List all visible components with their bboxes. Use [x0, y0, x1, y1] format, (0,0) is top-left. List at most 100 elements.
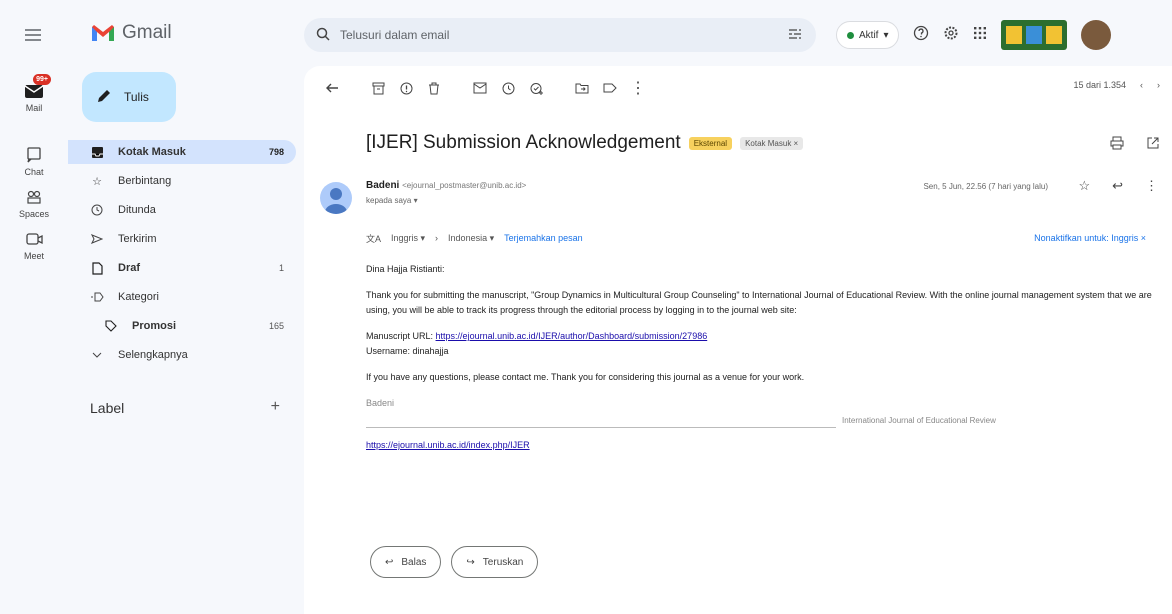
- move-to-icon[interactable]: [568, 74, 596, 102]
- inbox-icon: [90, 145, 104, 159]
- nav-item-inbox[interactable]: Kotak Masuk 798: [68, 140, 296, 164]
- mark-unread-icon[interactable]: [466, 74, 494, 102]
- gmail-m-icon: [92, 25, 114, 41]
- nav-item-sent[interactable]: Terkirim: [68, 227, 296, 251]
- reply-label: Balas: [401, 556, 427, 568]
- forward-label: Teruskan: [482, 556, 524, 568]
- translate-off-link[interactable]: Nonaktifkan untuk: Inggris ×: [1034, 233, 1146, 243]
- archive-icon[interactable]: [364, 74, 392, 102]
- search-bar[interactable]: Telusuri dalam email: [304, 18, 816, 52]
- reply-icon[interactable]: ↩: [1112, 178, 1123, 194]
- signature-link[interactable]: https://ejournal.unib.ac.id/index.php/IJ…: [366, 440, 530, 450]
- search-options-icon[interactable]: [788, 27, 802, 44]
- rail-meet[interactable]: Meet: [4, 230, 64, 261]
- manuscript-block: Manuscript URL: https://ejournal.unib.ac…: [366, 329, 1156, 359]
- body-paragraph-1: Thank you for submitting the manuscript,…: [366, 290, 1152, 315]
- message-body: Dina Hajja Ristianti: Thank you for subm…: [366, 262, 1156, 453]
- email-subject: [IJER] Submission Acknowledgement: [366, 132, 681, 153]
- message-date: Sen, 5 Jun, 22.56 (7 hari yang lalu): [923, 182, 1048, 191]
- nav-item-more[interactable]: Selengkapnya: [68, 343, 296, 367]
- more-vert-icon[interactable]: ⋮: [1145, 178, 1158, 194]
- draft-icon: [90, 261, 104, 275]
- add-label-icon[interactable]: +: [271, 398, 280, 416]
- translate-icon: 文A: [366, 233, 382, 244]
- search-input[interactable]: Telusuri dalam email: [340, 28, 449, 42]
- back-arrow-icon[interactable]: [318, 74, 346, 102]
- nav-item-starred[interactable]: ☆ Berbintang: [68, 169, 296, 193]
- settings-gear-icon[interactable]: [943, 25, 959, 46]
- reply-actions: ↩ Balas ↪ Teruskan: [370, 546, 539, 578]
- translate-message-link[interactable]: Terjemahkan pesan: [504, 233, 583, 243]
- clock-icon: [90, 203, 104, 217]
- translate-to[interactable]: Indonesia ▾: [448, 233, 494, 244]
- labels-icon[interactable]: [596, 74, 624, 102]
- main-menu-icon[interactable]: [22, 24, 44, 46]
- nav-item-label: Terkirim: [118, 233, 157, 245]
- chat-icon: [23, 146, 45, 164]
- compose-button[interactable]: Tulis: [82, 72, 176, 122]
- help-icon[interactable]: [913, 25, 929, 46]
- label-icon: [90, 290, 104, 304]
- nav-item-categories[interactable]: Kategori: [68, 285, 296, 309]
- rail-mail-label: Mail: [25, 103, 43, 113]
- pencil-icon: [96, 88, 112, 107]
- pager-text: 15 dari 1.354: [1073, 80, 1126, 90]
- body-paragraph-2: If you have any questions, please contac…: [366, 372, 805, 382]
- reply-button[interactable]: ↩ Balas: [370, 546, 442, 578]
- rail-chat[interactable]: Chat: [4, 146, 64, 177]
- app-rail: 99+ Mail Chat Spaces Meet: [0, 0, 68, 614]
- delete-icon[interactable]: [420, 74, 448, 102]
- open-new-window-icon[interactable]: [1146, 136, 1160, 155]
- gmail-logo[interactable]: Gmail: [90, 22, 172, 44]
- organization-logo[interactable]: [1001, 20, 1068, 50]
- video-icon: [23, 230, 45, 248]
- apps-grid-icon[interactable]: [973, 26, 987, 45]
- star-icon: ☆: [92, 175, 102, 188]
- nav-item-label: Ditunda: [118, 204, 156, 216]
- unread-badge: 99+: [33, 74, 51, 85]
- more-vert-icon[interactable]: ⋮: [624, 74, 652, 102]
- subject-actions: [1110, 136, 1160, 155]
- pagination: 15 dari 1.354 ‹ ›: [1073, 80, 1160, 90]
- sender-name[interactable]: Badeni: [366, 180, 399, 191]
- snooze-icon[interactable]: [494, 74, 522, 102]
- print-icon[interactable]: [1110, 136, 1124, 155]
- chevron-left-icon[interactable]: ‹: [1140, 80, 1143, 90]
- manuscript-link[interactable]: https://ejournal.unib.ac.id/IJER/author/…: [436, 331, 708, 341]
- report-spam-icon[interactable]: [392, 74, 420, 102]
- nav-item-promotions[interactable]: Promosi 165: [68, 314, 296, 338]
- add-task-icon[interactable]: [522, 74, 550, 102]
- recipient-toggle[interactable]: kepada saya ▾: [366, 196, 418, 205]
- greeting: Dina Hajja Ristianti:: [366, 264, 445, 274]
- mail-icon: 99+: [23, 74, 51, 100]
- tag-icon: [104, 319, 118, 333]
- signature-journal: International Journal of Educational Rev…: [842, 416, 996, 425]
- nav-item-drafts[interactable]: Draf 1: [68, 256, 296, 280]
- spaces-icon: [23, 188, 45, 206]
- nav-item-count: 165: [268, 321, 284, 331]
- sender-info: Badeni <ejournal_postmaster@unib.ac.id>: [366, 180, 526, 191]
- send-icon: [90, 232, 104, 246]
- inbox-chip[interactable]: Kotak Masuk ×: [740, 136, 804, 150]
- status-selector[interactable]: Aktif ▾: [836, 21, 900, 49]
- forward-button[interactable]: ↪ Teruskan: [451, 546, 539, 578]
- translate-arrow: ›: [435, 233, 439, 243]
- sender-avatar[interactable]: [320, 182, 352, 214]
- rail-spaces[interactable]: Spaces: [4, 188, 64, 219]
- account-avatar[interactable]: [1081, 20, 1112, 50]
- translate-from[interactable]: Inggris ▾: [391, 233, 425, 244]
- message-toolbar: ⋮ 15 dari 1.354 ‹ ›: [304, 66, 1172, 110]
- compose-label: Tulis: [124, 90, 149, 104]
- chevron-right-icon[interactable]: ›: [1157, 80, 1160, 90]
- nav-item-label: Draf: [118, 262, 141, 274]
- nav-item-count: 798: [268, 147, 284, 157]
- signature-name: Badeni: [366, 398, 395, 408]
- nav-panel: Gmail Tulis Kotak Masuk 798 ☆ Berbintang…: [68, 0, 298, 614]
- rail-mail[interactable]: 99+ Mail: [4, 74, 64, 113]
- message-actions: ☆ ↩ ⋮: [1078, 178, 1158, 194]
- nav-item-snoozed[interactable]: Ditunda: [68, 198, 296, 222]
- translate-bar: 文A Inggris ▾ › Indonesia ▾ Terjemahkan p…: [366, 226, 1156, 250]
- search-icon[interactable]: [316, 27, 330, 44]
- star-icon[interactable]: ☆: [1078, 178, 1090, 194]
- forward-icon: ↪: [466, 556, 475, 568]
